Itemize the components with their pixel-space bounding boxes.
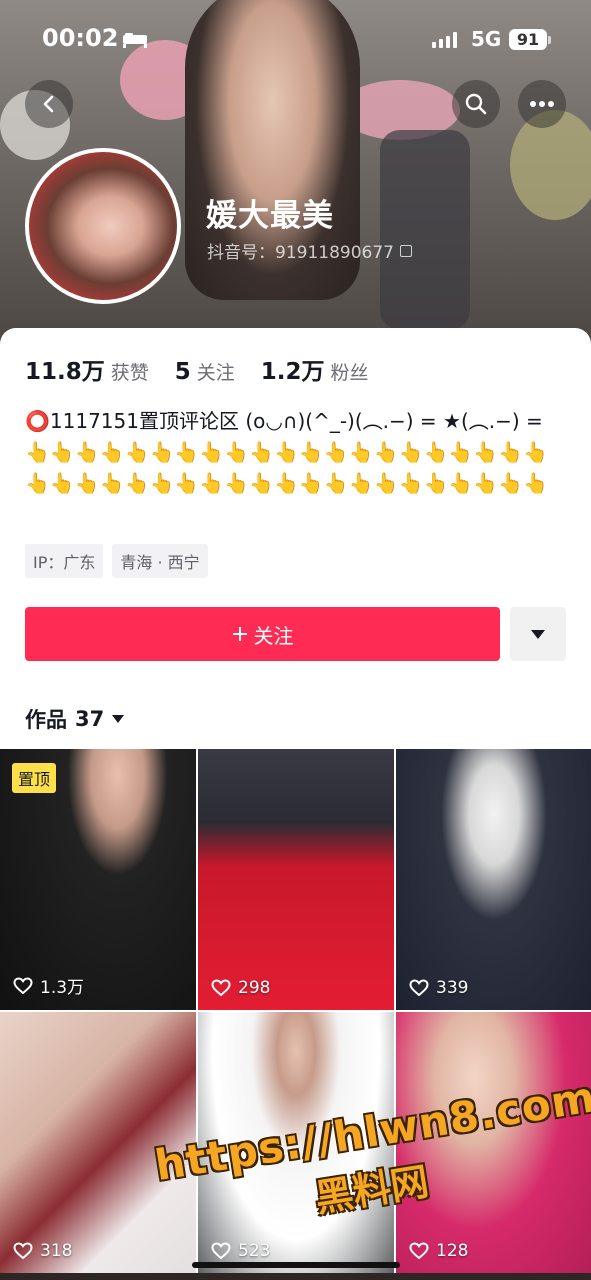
- plus-icon: [232, 627, 247, 641]
- more-dots-icon: [530, 101, 554, 107]
- profile-bio: ⭕1117151置顶评论区 (o◡∩)(^_-)(︵.−) = ★(︵.−) =…: [25, 409, 548, 495]
- profile-card: 11.8万 获赞 5 关注 1.2万 粉丝 ⭕1117151置顶评论区 (o◡∩…: [0, 328, 591, 748]
- like-count: 318: [13, 1241, 72, 1261]
- works-count: 37: [75, 707, 105, 731]
- douyin-id[interactable]: 抖音号：91911890677: [207, 238, 412, 263]
- caret-down-icon: [531, 629, 545, 639]
- douyin-id-text: 抖音号：91911890677: [207, 243, 394, 263]
- video-tile[interactable]: 298: [198, 749, 394, 1010]
- stat-following[interactable]: 5 关注: [175, 358, 235, 385]
- search-button[interactable]: [452, 80, 500, 128]
- profile-name: 媛大最美: [206, 198, 334, 234]
- home-indicator[interactable]: [192, 1262, 400, 1268]
- heart-outline-icon: [211, 979, 231, 997]
- like-count-value: 318: [40, 1241, 73, 1261]
- chevron-left-icon: [43, 95, 54, 113]
- caret-down-icon: [112, 715, 125, 723]
- heart-outline-icon: [13, 1242, 33, 1260]
- follow-button[interactable]: 关注: [25, 607, 500, 661]
- back-button[interactable]: [25, 80, 73, 128]
- avatar[interactable]: [25, 148, 181, 304]
- next-row-peek: [0, 1273, 591, 1280]
- like-count-value: 1.3万: [40, 978, 85, 998]
- stat-label: 粉丝: [330, 362, 369, 384]
- like-count-value: 128: [436, 1241, 469, 1261]
- tag-location: 青海 · 西宁: [112, 544, 208, 578]
- like-count: 339: [409, 978, 468, 998]
- video-tile[interactable]: 339: [396, 749, 591, 1010]
- stat-value: 1.2万: [260, 359, 325, 385]
- tag-ip: IP：广东: [25, 544, 104, 578]
- recommend-dropdown-button[interactable]: [510, 607, 566, 661]
- heart-outline-icon: [409, 1242, 429, 1260]
- follow-button-label: 关注: [253, 623, 294, 648]
- stat-value: 11.8万: [25, 359, 105, 385]
- works-tab-label: 作品: [25, 708, 67, 732]
- like-count: 128: [409, 1241, 468, 1261]
- like-count-value: 298: [238, 978, 271, 998]
- status-time: 00:02: [42, 24, 119, 52]
- sleep-mode-icon: [123, 33, 147, 48]
- stat-likes[interactable]: 11.8万 获赞: [25, 352, 149, 386]
- battery-icon: 91: [509, 29, 547, 50]
- stat-label: 关注: [196, 362, 235, 384]
- network-type: 5G: [471, 27, 502, 51]
- signal-icon: [432, 30, 457, 48]
- battery-tip: [548, 36, 551, 44]
- tab-works[interactable]: 作品 37: [25, 704, 125, 734]
- stats-row: 11.8万 获赞 5 关注 1.2万 粉丝: [25, 352, 395, 386]
- like-count: 298: [211, 978, 270, 998]
- copy-icon[interactable]: [399, 244, 412, 257]
- heart-outline-icon: [409, 979, 429, 997]
- video-tile[interactable]: 置顶 1.3万: [0, 749, 196, 1010]
- stat-label: 获赞: [110, 362, 149, 384]
- like-count-value: 339: [436, 978, 469, 998]
- search-icon: [465, 93, 487, 115]
- like-count: 1.3万: [13, 973, 84, 998]
- more-button[interactable]: [518, 80, 566, 128]
- stat-followers[interactable]: 1.2万 粉丝: [261, 352, 369, 386]
- pinned-badge: 置顶: [12, 763, 57, 793]
- status-bar: 00:02 5G 91: [0, 0, 591, 80]
- stat-value: 5: [174, 359, 191, 385]
- heart-outline-icon: [13, 976, 33, 994]
- profile-tags: IP：广东 青海 · 西宁: [25, 544, 208, 578]
